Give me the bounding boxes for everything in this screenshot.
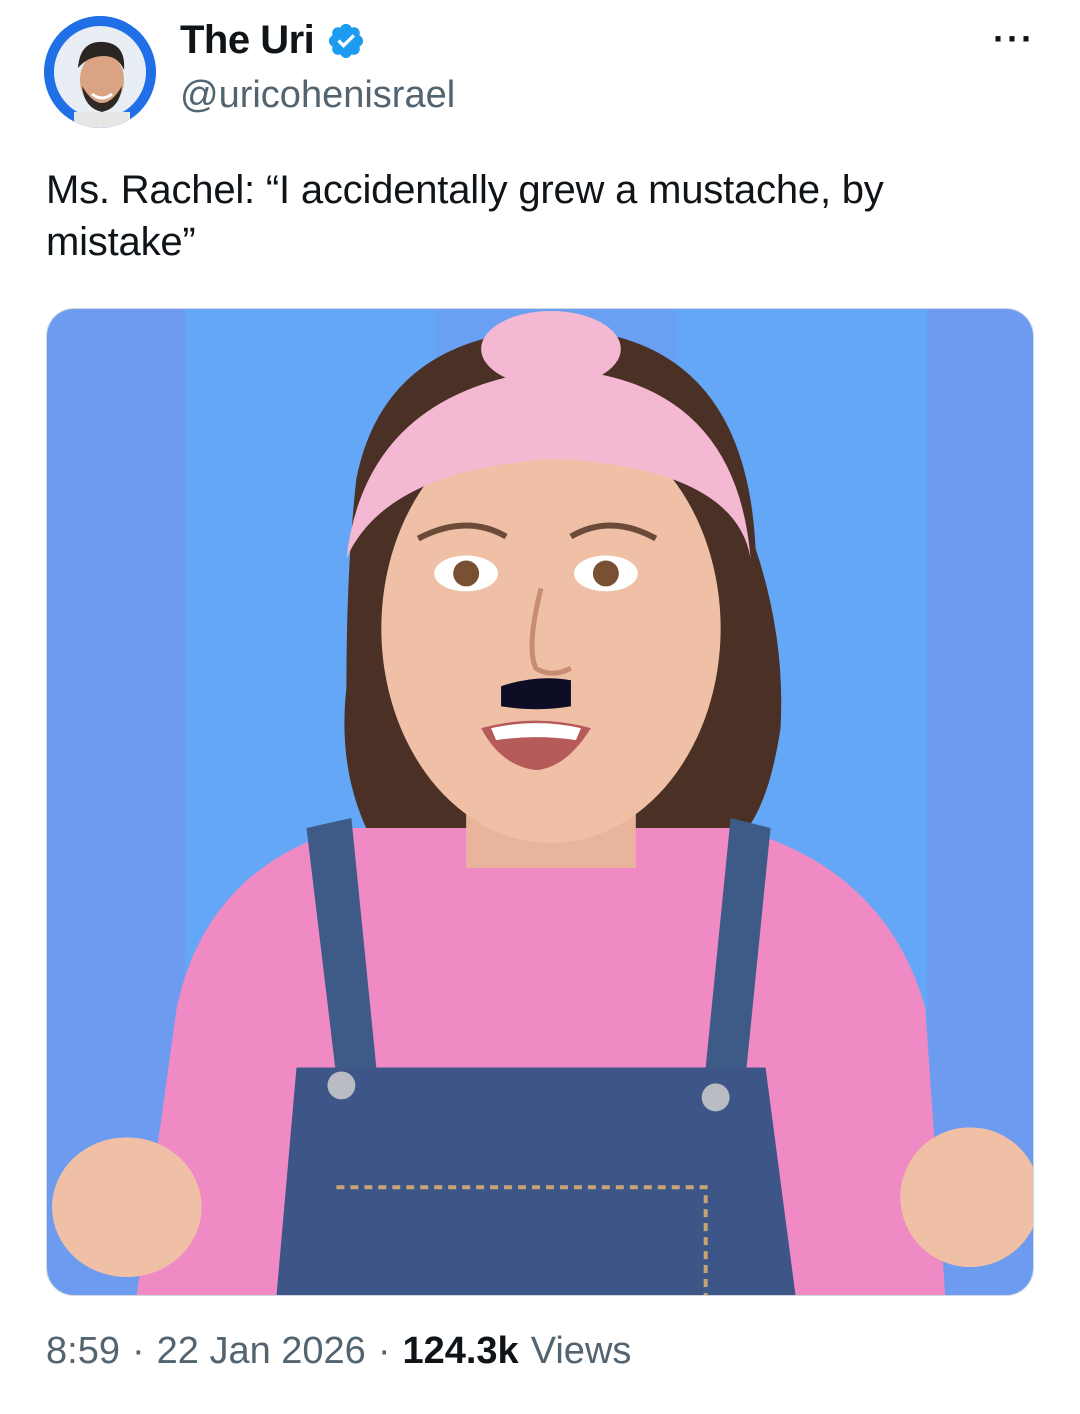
views-label: Views bbox=[530, 1330, 632, 1372]
avatar[interactable] bbox=[44, 16, 156, 128]
author-name-row[interactable]: The Uri bbox=[180, 18, 366, 63]
meta-separator: · bbox=[377, 1330, 391, 1372]
author-display-name[interactable]: The Uri bbox=[180, 18, 315, 63]
verified-badge-icon bbox=[329, 23, 364, 58]
post-meta: 8:59 · 22 Jan 2026 · 124.3k Views bbox=[46, 1330, 631, 1373]
views-count[interactable]: 124.3k bbox=[402, 1330, 518, 1373]
post-header: The Uri @uricohenisrael ··· bbox=[44, 14, 1044, 128]
more-options-button[interactable]: ··· bbox=[984, 14, 1044, 64]
media-photo bbox=[47, 309, 1033, 1295]
more-options-icon: ··· bbox=[993, 18, 1035, 59]
author-handle[interactable]: @uricohenisrael bbox=[180, 74, 455, 117]
avatar-image bbox=[44, 16, 156, 128]
meta-separator: · bbox=[131, 1330, 145, 1372]
post-text: Ms. Rachel: “I accidentally grew a musta… bbox=[46, 168, 884, 264]
post-media[interactable] bbox=[46, 308, 1034, 1296]
post-date[interactable]: 22 Jan 2026 bbox=[157, 1330, 366, 1373]
post-time[interactable]: 8:59 bbox=[46, 1330, 120, 1373]
